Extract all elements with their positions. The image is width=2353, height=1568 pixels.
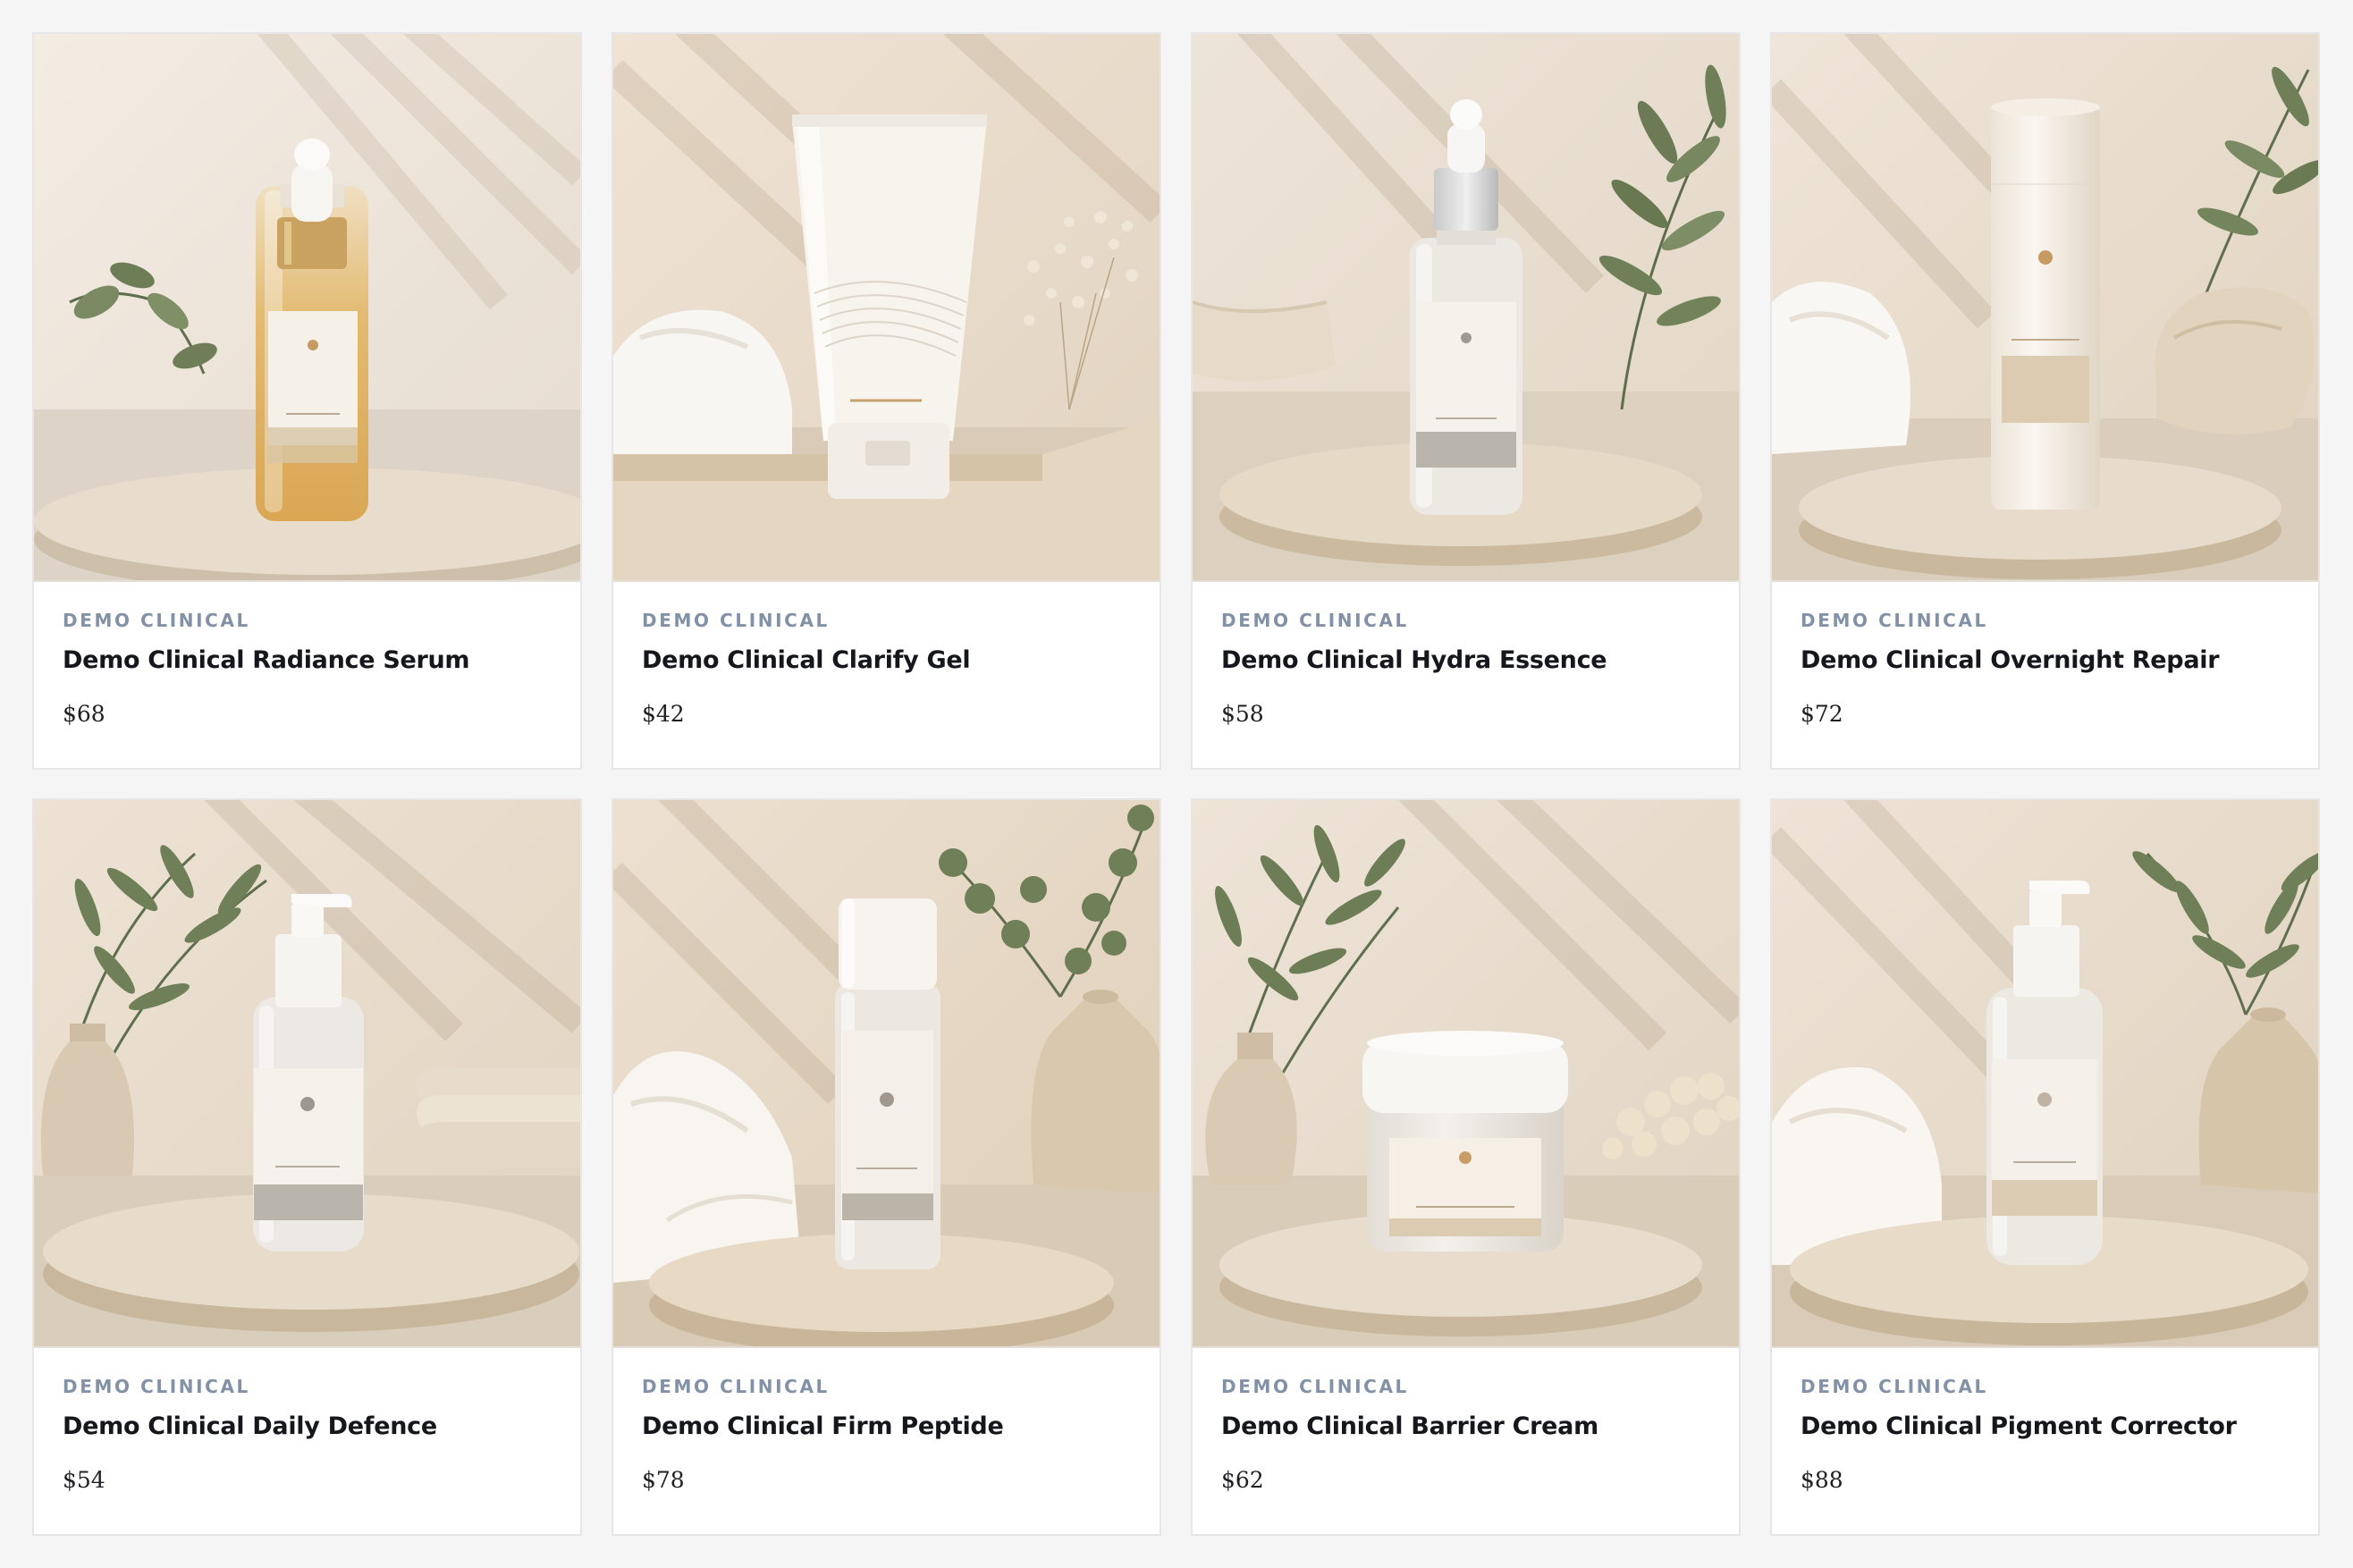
product-card[interactable]: DEMO CLINICAL Demo Clinical Barrier Crea… <box>1191 798 1741 1536</box>
white-squeeze-tube-image <box>613 34 1160 580</box>
product-name[interactable]: Demo Clinical Firm Peptide <box>642 1411 1131 1443</box>
product-price: $58 <box>1221 701 1264 727</box>
product-name[interactable]: Demo Clinical Pigment Corrector <box>1801 1411 2290 1443</box>
frosted-capped-bottle-image <box>613 800 1160 1346</box>
frosted-dropper-bottle-image <box>1193 34 1739 580</box>
product-image[interactable] <box>1193 800 1739 1348</box>
cream-cylinder-bottle-image <box>1772 34 2318 580</box>
product-name[interactable]: Demo Clinical Daily Defence <box>63 1411 552 1443</box>
product-brand: DEMO CLINICAL <box>1221 610 1409 631</box>
frosted-cream-jar-image <box>1193 800 1739 1346</box>
product-grid: DEMO CLINICAL Demo Clinical Radiance Ser… <box>32 32 2321 1536</box>
product-card[interactable]: DEMO CLINICAL Demo Clinical Clarify Gel … <box>611 32 1161 770</box>
product-name[interactable]: Demo Clinical Barrier Cream <box>1221 1411 1710 1443</box>
product-brand: DEMO CLINICAL <box>642 610 830 631</box>
product-name[interactable]: Demo Clinical Overnight Repair <box>1801 645 2290 677</box>
product-price: $88 <box>1801 1467 1843 1493</box>
product-name[interactable]: Demo Clinical Hydra Essence <box>1221 645 1710 677</box>
product-price: $42 <box>642 701 685 727</box>
product-brand: DEMO CLINICAL <box>1801 610 1988 631</box>
product-name[interactable]: Demo Clinical Clarify Gel <box>642 645 1131 677</box>
product-image[interactable] <box>613 800 1160 1348</box>
product-card[interactable]: DEMO CLINICAL Demo Clinical Radiance Ser… <box>32 32 582 770</box>
product-brand: DEMO CLINICAL <box>1801 1376 1988 1397</box>
product-image[interactable] <box>613 34 1160 582</box>
product-brand: DEMO CLINICAL <box>1221 1376 1409 1397</box>
product-brand: DEMO CLINICAL <box>642 1376 830 1397</box>
product-price: $68 <box>63 701 105 727</box>
product-image[interactable] <box>34 800 580 1348</box>
product-image[interactable] <box>1193 34 1739 582</box>
product-price: $72 <box>1801 701 1843 727</box>
product-image[interactable] <box>1772 34 2318 582</box>
product-name[interactable]: Demo Clinical Radiance Serum <box>63 645 552 677</box>
product-price: $62 <box>1221 1467 1264 1493</box>
product-card[interactable]: DEMO CLINICAL Demo Clinical Firm Peptide… <box>611 798 1161 1536</box>
product-card[interactable]: DEMO CLINICAL Demo Clinical Daily Defenc… <box>32 798 582 1536</box>
product-brand: DEMO CLINICAL <box>63 1376 250 1397</box>
product-card[interactable]: DEMO CLINICAL Demo Clinical Overnight Re… <box>1770 32 2320 770</box>
frosted-pump-bottle-image <box>34 800 580 1346</box>
product-brand: DEMO CLINICAL <box>63 610 250 631</box>
product-card[interactable]: DEMO CLINICAL Demo Clinical Hydra Essenc… <box>1191 32 1741 770</box>
product-price: $54 <box>63 1467 105 1493</box>
product-card[interactable]: DEMO CLINICAL Demo Clinical Pigment Corr… <box>1770 798 2320 1536</box>
frosted-pump-bottle-image <box>1772 800 2318 1346</box>
product-image[interactable] <box>1772 800 2318 1348</box>
amber-dropper-serum-bottle-image <box>34 34 580 580</box>
product-image[interactable] <box>34 34 580 582</box>
product-price: $78 <box>642 1467 685 1493</box>
